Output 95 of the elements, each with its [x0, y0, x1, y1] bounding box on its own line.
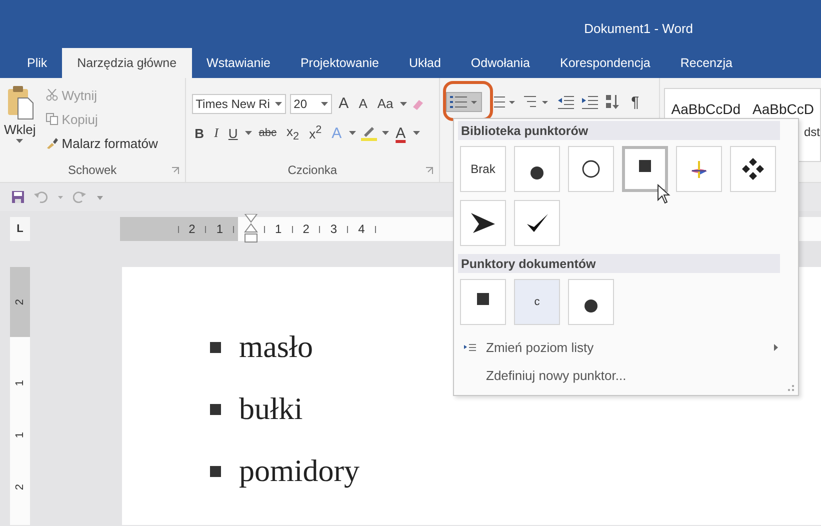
square-icon — [477, 293, 489, 305]
change-case-button[interactable]: Aa — [374, 96, 396, 112]
section-heading: Biblioteka punktorów — [461, 124, 588, 138]
format-painter-button[interactable]: Malarz formatów — [40, 131, 164, 155]
square-icon — [639, 160, 651, 172]
menu-item[interactable]: Zdefiniuj nowy punktor... — [458, 361, 780, 389]
dialog-launcher-icon[interactable] — [172, 166, 179, 174]
bullet-option[interactable] — [460, 279, 506, 325]
ribbon-tab[interactable]: Wstawianie — [192, 48, 286, 78]
underline-button[interactable]: U — [225, 126, 241, 140]
bullets-button[interactable] — [446, 92, 482, 112]
ruler-number: 1 — [275, 222, 282, 236]
bullet-icon — [210, 466, 221, 476]
superscript-button[interactable]: x$^{2}$ — [306, 124, 325, 142]
ruler-number: 3 — [330, 222, 338, 236]
bullet-icon — [210, 342, 221, 352]
sort-icon[interactable] — [606, 94, 620, 110]
ribbon-tab[interactable]: Odwołania — [456, 48, 545, 78]
bullet-option[interactable]: c — [514, 279, 560, 325]
ruler-number: 2 — [302, 222, 310, 236]
scissors-icon — [46, 89, 58, 101]
submenu-arrow-icon — [774, 344, 778, 350]
clipboard-icon — [6, 84, 34, 120]
multilevel-list-icon[interactable] — [524, 95, 550, 109]
style-sample[interactable]: AaBbCcDd — [671, 101, 741, 117]
caret-icon — [244, 131, 252, 135]
ribbon-tab[interactable]: Narzędzia główne — [62, 48, 192, 78]
caret-icon — [58, 196, 63, 198]
font-name-field[interactable]: Times New Ri — [192, 94, 286, 114]
disc-icon — [530, 166, 544, 180]
show-formatting-button[interactable]: ¶ — [628, 94, 642, 110]
ruler-number: 1 — [14, 380, 26, 386]
ribbon-tab[interactable]: Plik — [12, 48, 62, 78]
bullet-option[interactable] — [730, 146, 776, 192]
font-size-field[interactable]: 20 — [290, 94, 332, 114]
menu-item[interactable]: Zmień poziom listy — [458, 333, 780, 361]
indent-marker-icon[interactable] — [244, 214, 258, 244]
caret-icon — [16, 139, 24, 143]
bullet-option[interactable] — [568, 146, 614, 192]
bullet-option[interactable] — [460, 200, 506, 246]
ruler-number: 4 — [358, 222, 365, 236]
diamonds-icon — [741, 157, 765, 181]
list-item: masło — [239, 329, 314, 365]
ruler-number: 1 — [14, 432, 26, 438]
caret-icon — [320, 102, 328, 106]
ruler-number: 1 — [216, 222, 223, 236]
caret-icon — [382, 131, 389, 135]
style-name: dst — [804, 125, 820, 139]
section-heading: Punktory dokumentów — [461, 256, 596, 270]
increase-indent-icon[interactable] — [582, 95, 598, 109]
save-icon[interactable] — [12, 191, 24, 203]
grow-font-button[interactable]: A — [336, 95, 352, 112]
group-label: Schowek — [68, 163, 117, 177]
ribbon-tab[interactable]: Korespondencja — [545, 48, 666, 78]
ribbon-tab[interactable]: Recenzja — [665, 48, 748, 78]
circle-icon — [582, 160, 600, 178]
dialog-launcher-icon[interactable] — [426, 166, 434, 174]
colorful-bullet-icon — [689, 159, 709, 179]
subscript-button[interactable]: x$_{2}$ — [284, 124, 302, 142]
bullet-option[interactable]: Brak — [460, 146, 506, 192]
ruler-number: 2 — [14, 298, 26, 306]
disc-icon — [584, 299, 598, 313]
bullet-option[interactable] — [622, 146, 668, 192]
bullet-list-icon — [450, 95, 478, 109]
ruler-number: 2 — [14, 484, 26, 490]
copy-icon — [46, 113, 58, 125]
group-label: Czcionka — [288, 163, 338, 177]
bold-button[interactable]: B — [192, 126, 208, 140]
mouse-pointer-icon — [657, 184, 671, 204]
paste-button[interactable]: Wklej — [0, 78, 40, 158]
style-sample[interactable]: AaBbCcD — [752, 101, 814, 117]
bullet-icon — [210, 404, 221, 414]
shrink-font-button[interactable]: A — [356, 96, 370, 112]
ruler-number: 2 — [188, 222, 196, 236]
highlighter-icon[interactable] — [360, 125, 378, 141]
caret-icon — [412, 131, 420, 135]
tab-selector[interactable]: L — [10, 217, 30, 241]
ribbon-tab[interactable]: Projektowanie — [285, 48, 394, 78]
caret-icon — [400, 102, 408, 106]
caret-icon — [274, 102, 282, 106]
bullet-option[interactable] — [514, 146, 560, 192]
decrease-indent-icon[interactable] — [558, 95, 574, 109]
list-item: pomidory — [239, 453, 360, 489]
resize-grip-icon[interactable] — [788, 385, 794, 391]
caret-icon — [348, 131, 356, 135]
list-item: bułki — [239, 391, 303, 427]
font-color-button[interactable]: A — [392, 124, 409, 142]
bullet-option[interactable] — [514, 200, 560, 246]
strikethrough-button[interactable]: abc — [256, 127, 280, 139]
list-level-icon — [464, 343, 476, 351]
window-title: Dokument1 - Word — [584, 21, 693, 36]
italic-button[interactable]: I — [211, 125, 222, 141]
bullet-option[interactable] — [568, 279, 614, 325]
brush-icon — [46, 137, 58, 149]
ribbon-tab[interactable]: Układ — [394, 48, 456, 78]
